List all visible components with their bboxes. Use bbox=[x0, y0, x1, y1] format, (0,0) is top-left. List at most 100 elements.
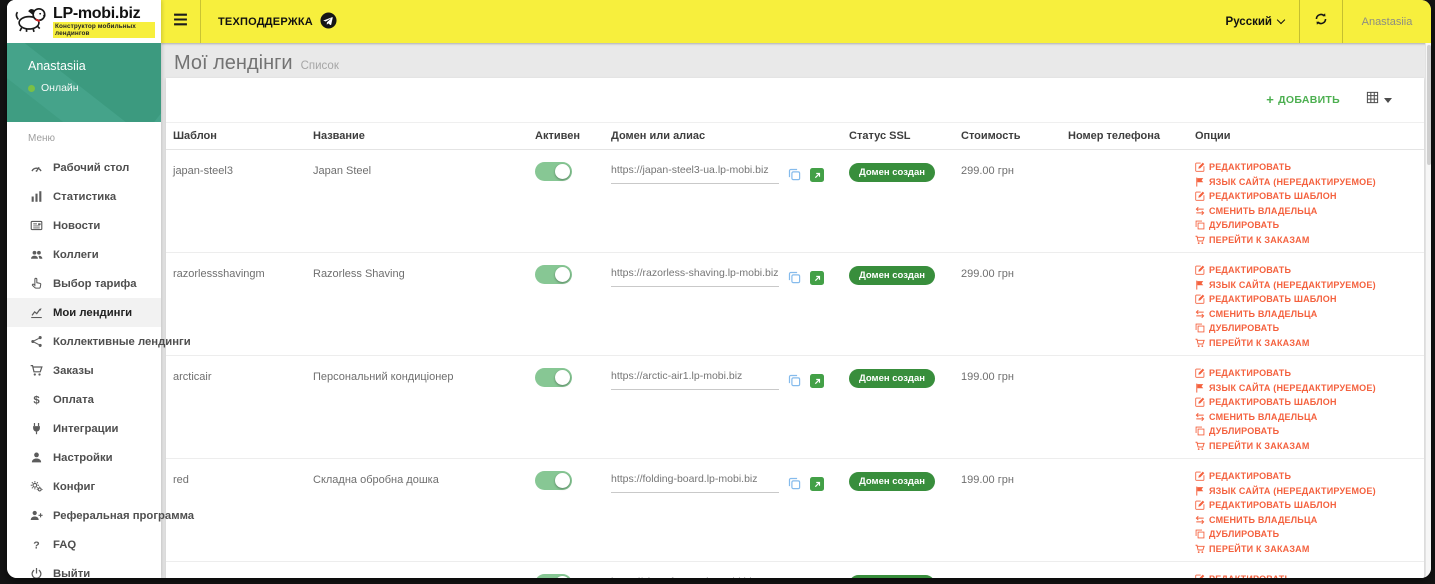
view-options-button[interactable] bbox=[1366, 91, 1392, 109]
sidebar-item-cart[interactable]: Заказы bbox=[7, 356, 161, 385]
external-link-icon[interactable] bbox=[810, 477, 824, 491]
domain-input[interactable] bbox=[611, 468, 779, 493]
scrollbar-thumb[interactable] bbox=[1427, 45, 1431, 165]
logo[interactable]: LP-mobi.biz Конструктор мобильных лендин… bbox=[7, 0, 161, 43]
option-edit-link[interactable]: РЕДАКТИРОВАТЬ bbox=[1195, 574, 1424, 578]
copy-icon[interactable] bbox=[788, 168, 801, 186]
support-button[interactable]: ТЕХПОДДЕРЖКА bbox=[201, 0, 354, 43]
sync-icon bbox=[1314, 12, 1328, 31]
option-edit-link[interactable]: РЕДАКТИРОВАТЬ bbox=[1195, 471, 1424, 481]
sidebar-item-stats[interactable]: Статистика bbox=[7, 182, 161, 211]
option-transfer-link[interactable]: СМЕНИТЬ ВЛАДЕЛЬЦА bbox=[1195, 515, 1424, 525]
sidebar-item-power[interactable]: Выйти bbox=[7, 559, 161, 578]
option-flag-link[interactable]: ЯЗЫК САЙТА (НЕРЕДАКТИРУЕМОЕ) bbox=[1195, 280, 1424, 290]
language-selector[interactable]: Русский bbox=[1211, 0, 1299, 43]
sidebar-item-user-plus[interactable]: Реферальная программа bbox=[7, 501, 194, 530]
option-flag-link[interactable]: ЯЗЫК САЙТА (НЕРЕДАКТИРУЕМОЕ) bbox=[1195, 486, 1424, 496]
option-flag-link[interactable]: ЯЗЫК САЙТА (НЕРЕДАКТИРУЕМОЕ) bbox=[1195, 383, 1424, 393]
scrollbar[interactable] bbox=[1425, 43, 1431, 578]
active-toggle[interactable] bbox=[535, 162, 572, 181]
ssl-status-badge: Домен создан bbox=[849, 575, 935, 578]
option-duplicate-link[interactable]: ДУБЛИРОВАТЬ bbox=[1195, 426, 1424, 436]
sidebar-item-label: Коллективные лендинги bbox=[53, 335, 191, 348]
external-link-icon[interactable] bbox=[810, 374, 824, 388]
edit-icon bbox=[1195, 294, 1205, 304]
sidebar-item-colleagues[interactable]: Коллеги bbox=[7, 240, 161, 269]
option-transfer-link[interactable]: СМЕНИТЬ ВЛАДЕЛЬЦА bbox=[1195, 309, 1424, 319]
sidebar: LP-mobi.biz Конструктор мобильных лендин… bbox=[7, 0, 194, 578]
logo-subtitle: Конструктор мобильных лендингов bbox=[53, 22, 155, 38]
edit-icon bbox=[1195, 500, 1205, 510]
option-edit-link[interactable]: РЕДАКТИРОВАТЬ ШАБЛОН bbox=[1195, 294, 1424, 304]
domain-input[interactable] bbox=[611, 262, 779, 287]
copy-icon[interactable] bbox=[788, 374, 801, 392]
domain-input[interactable] bbox=[611, 365, 779, 390]
option-label: РЕДАКТИРОВАТЬ bbox=[1209, 574, 1291, 578]
hamburger-button[interactable] bbox=[161, 0, 201, 43]
option-edit-link[interactable]: РЕДАКТИРОВАТЬ bbox=[1195, 368, 1424, 378]
sidebar-item-plug[interactable]: Интеграции bbox=[7, 414, 161, 443]
name-cell: Складна обробна дошка bbox=[313, 474, 439, 486]
phone-cell bbox=[1061, 356, 1188, 371]
option-transfer-link[interactable]: СМЕНИТЬ ВЛАДЕЛЬЦА bbox=[1195, 206, 1424, 216]
option-transfer-link[interactable]: СМЕНИТЬ ВЛАДЕЛЬЦА bbox=[1195, 412, 1424, 422]
price-cell: 199.00 грн bbox=[961, 371, 1014, 383]
domain-input[interactable] bbox=[611, 571, 779, 578]
option-label: ПЕРЕЙТИ К ЗАКАЗАМ bbox=[1209, 543, 1310, 554]
external-link-icon[interactable] bbox=[810, 271, 824, 285]
refresh-button[interactable] bbox=[1299, 0, 1343, 43]
option-label: ПЕРЕЙТИ К ЗАКАЗАМ bbox=[1209, 440, 1310, 451]
sidebar-item-tariff[interactable]: Выбор тарифа bbox=[7, 269, 161, 298]
sidebar-item-dollar[interactable]: $ Оплата bbox=[7, 385, 161, 414]
flag-icon bbox=[1195, 177, 1205, 187]
external-link-icon[interactable] bbox=[810, 168, 824, 182]
option-label: ЯЗЫК САЙТА (НЕРЕДАКТИРУЕМОЕ) bbox=[1209, 382, 1376, 393]
copy-icon[interactable] bbox=[788, 477, 801, 495]
sidebar-item-question[interactable]: ? FAQ bbox=[7, 530, 161, 559]
template-cell: red bbox=[173, 474, 189, 486]
copy-icon[interactable] bbox=[788, 271, 801, 289]
domain-input[interactable] bbox=[611, 159, 779, 184]
cart-icon bbox=[1195, 544, 1205, 554]
option-edit-link[interactable]: РЕДАКТИРОВАТЬ bbox=[1195, 162, 1424, 172]
option-edit-link[interactable]: РЕДАКТИРОВАТЬ ШАБЛОН bbox=[1195, 191, 1424, 201]
option-edit-link[interactable]: РЕДАКТИРОВАТЬ ШАБЛОН bbox=[1195, 397, 1424, 407]
add-button[interactable]: + ДОБАВИТЬ bbox=[1266, 92, 1340, 107]
price-cell: 199.00 грн bbox=[961, 474, 1014, 486]
active-toggle[interactable] bbox=[535, 574, 572, 578]
options-cell: РЕДАКТИРОВАТЬ ЯЗЫК САЙТА (НЕРЕДАКТИРУЕМОЕ… bbox=[1188, 459, 1424, 554]
sidebar-item-dashboard[interactable]: Рабочий стол bbox=[7, 153, 161, 182]
option-edit-link[interactable]: РЕДАКТИРОВАТЬ bbox=[1195, 265, 1424, 275]
active-toggle[interactable] bbox=[535, 368, 572, 387]
sidebar-item-label: Настройки bbox=[53, 451, 113, 464]
price-cell: 499.00 грн bbox=[954, 562, 1061, 578]
option-edit-link[interactable]: РЕДАКТИРОВАТЬ ШАБЛОН bbox=[1195, 500, 1424, 510]
logo-title: LP-mobi.biz bbox=[53, 5, 141, 22]
duplicate-icon bbox=[1195, 426, 1205, 436]
option-cart-link[interactable]: ПЕРЕЙТИ К ЗАКАЗАМ bbox=[1195, 235, 1424, 245]
sidebar-item-landings[interactable]: Мои лендинги bbox=[7, 298, 161, 327]
sidebar-item-gears[interactable]: Конфиг bbox=[7, 472, 161, 501]
option-label: ДУБЛИРОВАТЬ bbox=[1209, 220, 1280, 231]
active-toggle[interactable] bbox=[535, 471, 572, 490]
option-flag-link[interactable]: ЯЗЫК САЙТА (НЕРЕДАКТИРУЕМОЕ) bbox=[1195, 177, 1424, 187]
active-toggle[interactable] bbox=[535, 265, 572, 284]
option-cart-link[interactable]: ПЕРЕЙТИ К ЗАКАЗАМ bbox=[1195, 544, 1424, 554]
colleagues-icon bbox=[28, 248, 44, 261]
option-label: ПЕРЕЙТИ К ЗАКАЗАМ bbox=[1209, 337, 1310, 348]
option-label: РЕДАКТИРОВАТЬ bbox=[1209, 265, 1292, 275]
option-duplicate-link[interactable]: ДУБЛИРОВАТЬ bbox=[1195, 220, 1424, 230]
option-label: РЕДАКТИРОВАТЬ ШАБЛОН bbox=[1209, 397, 1337, 408]
edit-icon bbox=[1195, 471, 1205, 481]
sidebar-item-share[interactable]: Коллективные лендинги bbox=[7, 327, 191, 356]
option-duplicate-link[interactable]: ДУБЛИРОВАТЬ bbox=[1195, 323, 1424, 333]
sidebar-item-news[interactable]: Новости bbox=[7, 211, 161, 240]
svg-text:$: $ bbox=[33, 395, 40, 406]
option-cart-link[interactable]: ПЕРЕЙТИ К ЗАКАЗАМ bbox=[1195, 338, 1424, 348]
option-cart-link[interactable]: ПЕРЕЙТИ К ЗАКАЗАМ bbox=[1195, 441, 1424, 451]
topbar-username[interactable]: Anastasiia bbox=[1343, 0, 1431, 43]
option-duplicate-link[interactable]: ДУБЛИРОВАТЬ bbox=[1195, 529, 1424, 539]
sidebar-item-user[interactable]: Настройки bbox=[7, 443, 161, 472]
option-label: РЕДАКТИРОВАТЬ ШАБЛОН bbox=[1209, 294, 1337, 305]
transfer-icon bbox=[1195, 412, 1205, 422]
